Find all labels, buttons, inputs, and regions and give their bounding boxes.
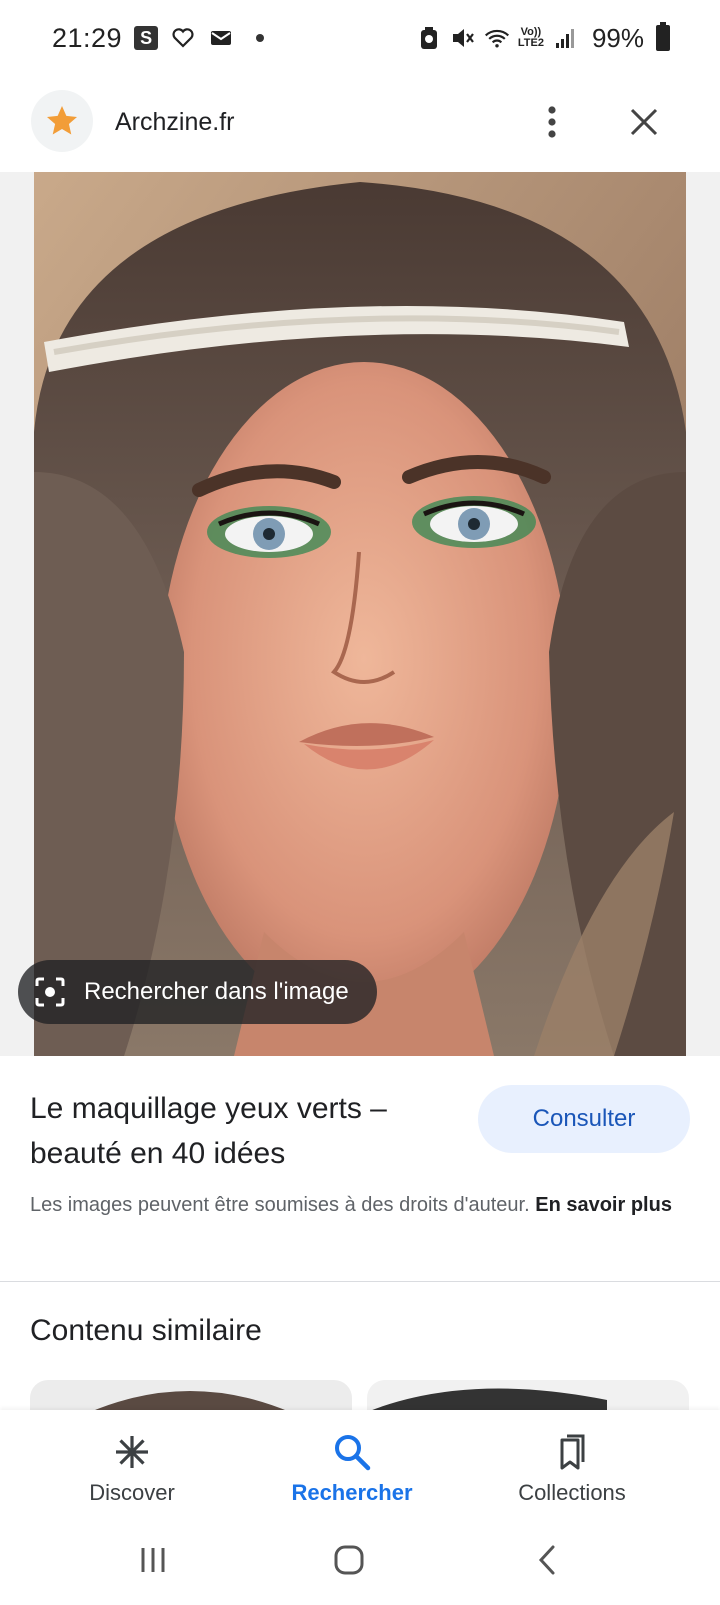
nav-search-label: Rechercher (291, 1480, 413, 1505)
divider (0, 1281, 720, 1282)
nav-discover[interactable]: Discover (32, 1430, 232, 1506)
network-type: Vo)) LTE2 (518, 27, 544, 49)
more-vert-icon (548, 106, 556, 138)
wifi-icon (484, 25, 510, 51)
search-in-image-button[interactable]: Rechercher dans l'image (18, 960, 377, 1024)
close-button[interactable] (622, 100, 666, 144)
more-options-button[interactable] (530, 100, 574, 144)
result-image[interactable] (34, 172, 686, 1056)
viewer-header: Archzine.fr (0, 86, 720, 166)
back-button[interactable] (522, 1540, 572, 1580)
search-icon (252, 1430, 452, 1474)
bottom-navigation: Discover Rechercher Collections (0, 1410, 720, 1522)
asterisk-icon (32, 1430, 232, 1474)
notification-dot (256, 34, 265, 42)
system-navigation-bar (0, 1522, 720, 1605)
nav-search[interactable]: Rechercher (252, 1430, 452, 1506)
nav-collections[interactable]: Collections (472, 1430, 672, 1506)
data-saver-icon (416, 25, 442, 51)
collections-icon (472, 1430, 672, 1474)
result-title: Le maquillage yeux verts – beauté en 40 … (30, 1092, 387, 1170)
copyright-notice: Les images peuvent être soumises à des d… (30, 1190, 700, 1221)
s-app-icon: S (134, 26, 159, 50)
mute-icon (450, 25, 476, 51)
home-button[interactable] (324, 1540, 374, 1580)
learn-more-link[interactable]: En savoir plus (535, 1194, 672, 1216)
lens-icon (35, 977, 65, 1007)
lte-label: LTE2 (517, 37, 544, 49)
recent-apps-icon (141, 1548, 165, 1572)
home-icon (334, 1545, 364, 1575)
similar-content-title: Contenu similaire (30, 1314, 262, 1347)
image-preview-area (0, 172, 720, 1056)
back-icon (538, 1545, 555, 1575)
recent-apps-button[interactable] (128, 1540, 178, 1580)
mail-icon (208, 25, 234, 51)
consult-button[interactable]: Consulter (478, 1085, 690, 1153)
battery-icon (656, 22, 670, 51)
status-bar: 21:29 S Vo)) LTE2 99% (0, 0, 720, 76)
search-in-image-label: Rechercher dans l'image (84, 978, 349, 1005)
battery-percent: 99% (591, 22, 644, 53)
site-name[interactable]: Archzine.fr (115, 108, 234, 137)
nav-discover-label: Discover (89, 1480, 175, 1505)
close-icon (630, 108, 658, 136)
similar-thumbnail[interactable] (30, 1380, 352, 1412)
copyright-text: Les images peuvent être soumises à des d… (30, 1194, 530, 1216)
status-time: 21:29 (52, 22, 123, 53)
similar-thumbnail[interactable] (367, 1380, 689, 1412)
site-logo[interactable] (31, 90, 93, 152)
signal-icon (552, 25, 578, 51)
heart-icon (170, 25, 196, 51)
star-icon (47, 106, 77, 135)
nav-collections-label: Collections (518, 1480, 626, 1505)
